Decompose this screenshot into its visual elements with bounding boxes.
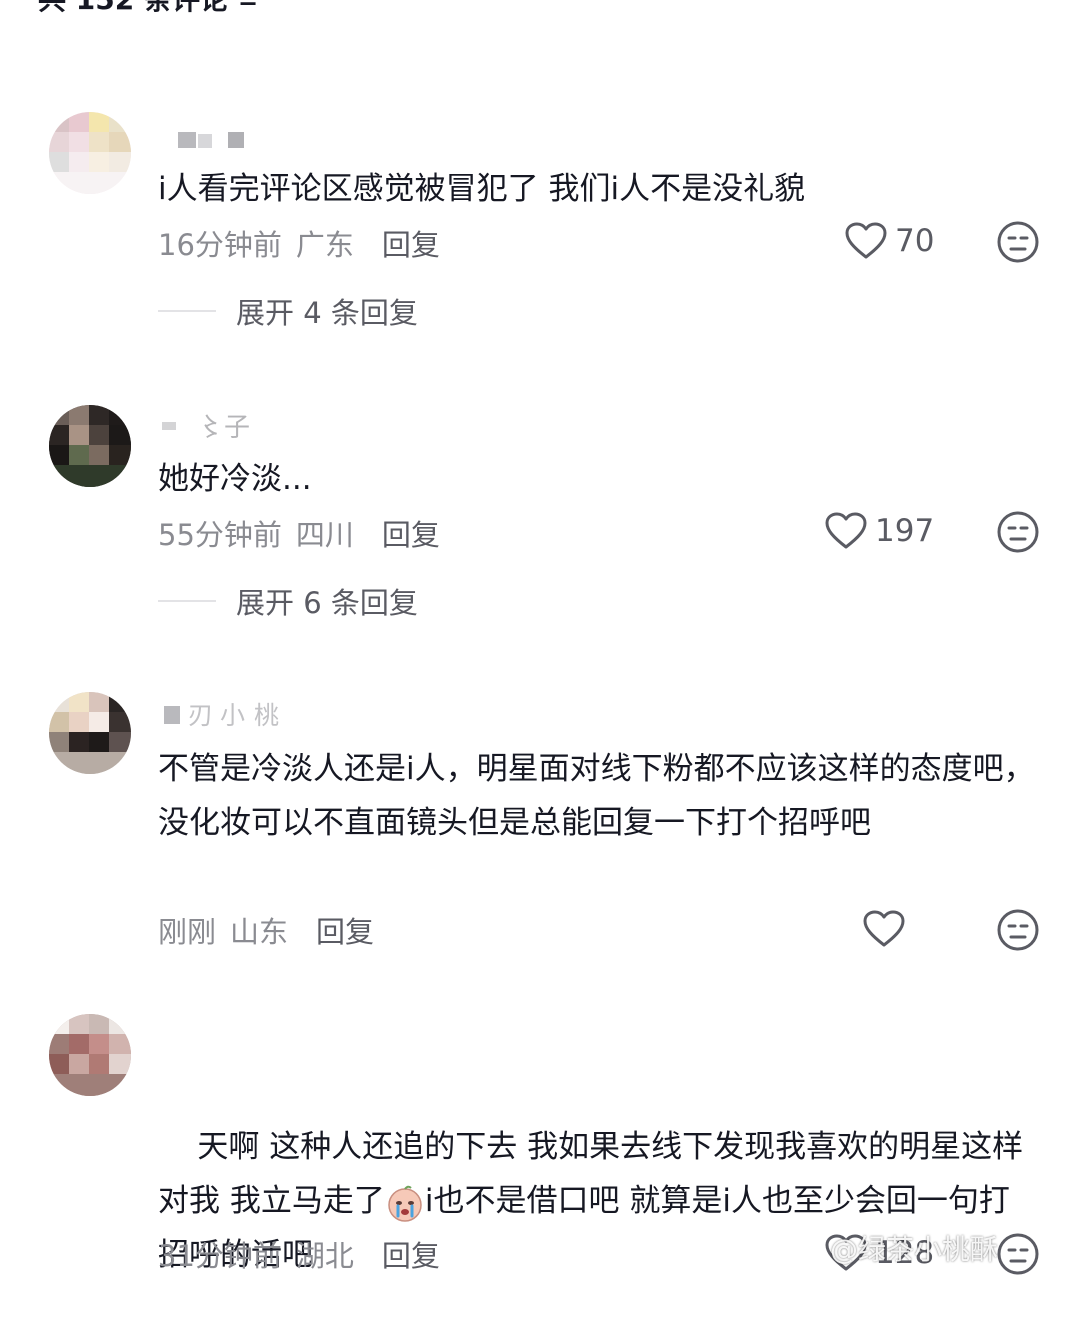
watermark: @绿茶小桃酥 — [830, 1228, 998, 1268]
comment-location: 四川 — [295, 518, 354, 552]
avatar[interactable] — [49, 405, 131, 487]
like-button[interactable]: 197 — [825, 512, 934, 550]
emoji-face-icon — [997, 511, 1039, 553]
comment-text: i人看完评论区感觉被冒犯了 我们i人不是没礼貌 — [158, 171, 806, 207]
emoji-face-icon — [997, 909, 1039, 951]
emoji-reaction-button[interactable] — [997, 909, 1039, 951]
like-button[interactable]: 70 — [845, 222, 934, 260]
username-blurred[interactable]: 刃小桃 — [158, 698, 298, 732]
comment-text: 不管是冷淡人还是i人，明星面对线下粉都不应该这样的态度吧，没化妆可以不直面镜头但… — [158, 751, 1035, 841]
emoji-reaction-button[interactable] — [997, 511, 1039, 553]
comment-location: 山东 — [230, 915, 289, 949]
heart-icon — [845, 222, 887, 259]
comment-time: 刚刚 — [158, 915, 217, 949]
like-count: 197 — [875, 513, 935, 549]
comment-time: 55分钟前 — [158, 518, 282, 552]
comment-location: 湖北 — [295, 1239, 354, 1273]
username-blurred[interactable]: 〻子 — [158, 408, 298, 442]
comment-meta: 16分钟前 广东 回复 — [158, 222, 440, 264]
avatar[interactable] — [49, 1014, 131, 1096]
comment-meta: 31分钟前 湖北 回复 — [158, 1233, 440, 1275]
emoji-reaction-button[interactable] — [997, 221, 1039, 263]
heart-icon — [863, 910, 905, 947]
expand-replies-button[interactable]: 展开 4 条回复 — [158, 290, 418, 332]
avatar[interactable] — [49, 112, 131, 194]
reply-button[interactable]: 回复 — [382, 512, 440, 554]
like-count: 70 — [895, 223, 935, 259]
like-button[interactable] — [863, 910, 913, 948]
reply-button[interactable]: 回复 — [316, 909, 374, 951]
watermark-text: @绿茶小桃酥 — [830, 1233, 999, 1266]
comment-time: 16分钟前 — [158, 228, 282, 262]
sort-icon[interactable]: ≡ — [238, 0, 258, 12]
emoji-reaction-button[interactable] — [997, 1233, 1039, 1275]
svg-text:小: 小 — [220, 701, 245, 730]
comment-time: 31分钟前 — [158, 1239, 282, 1273]
username-fragment: 子 — [224, 413, 250, 442]
expand-replies-button[interactable]: 展开 6 条回复 — [158, 580, 418, 622]
comment-text: 她好冷淡... — [158, 461, 312, 497]
svg-text:刃: 刃 — [188, 701, 213, 730]
comment-location: 广东 — [295, 228, 354, 262]
expand-replies-label: 展开 6 条回复 — [236, 586, 418, 620]
divider-line — [158, 600, 216, 602]
expand-replies-label: 展开 4 条回复 — [236, 296, 418, 330]
username-blurred[interactable] — [158, 126, 298, 160]
reply-button[interactable]: 回复 — [382, 1233, 440, 1275]
comment-count-title: 共 152 条评论 — [38, 0, 228, 18]
crying-emoji-icon — [388, 1185, 422, 1222]
username-fragment: 桃 — [254, 701, 279, 730]
avatar[interactable] — [49, 692, 131, 774]
heart-icon — [825, 512, 867, 549]
comment-count-header: 共 152 条评论 ≡ — [38, 0, 258, 18]
divider-line — [158, 310, 216, 312]
reply-button[interactable]: 回复 — [382, 222, 440, 264]
svg-text:〻: 〻 — [198, 413, 224, 442]
comment-meta: 刚刚 山东 回复 — [158, 909, 374, 951]
comment-meta: 55分钟前 四川 回复 — [158, 512, 440, 554]
comment-text: 天啊 这种人还追的下去 我如果去线下发现我喜欢的明星这样对我 我立马走了 i也不是… — [158, 1066, 1038, 1336]
emoji-face-icon — [997, 1233, 1039, 1275]
emoji-face-icon — [997, 221, 1039, 263]
